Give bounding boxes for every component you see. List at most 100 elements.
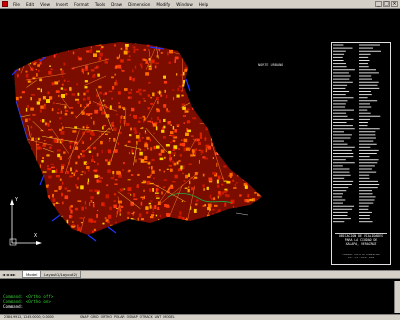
city-block <box>253 107 257 110</box>
drawing-canvas[interactable]: NORTE URBANO UBICACION DE VIALIDADES PAR… <box>0 9 400 270</box>
minimize-button[interactable]: _ <box>375 1 382 7</box>
city-block <box>148 166 151 169</box>
city-block <box>75 161 78 165</box>
menu-dimension[interactable]: Dimension <box>125 0 153 9</box>
city-block <box>72 221 74 223</box>
command-window[interactable]: Command: <Ortho off> Command: <Ortho on>… <box>0 278 400 314</box>
city-block <box>223 190 227 194</box>
city-block <box>66 42 68 45</box>
city-block <box>84 68 89 71</box>
city-block <box>178 215 182 219</box>
city-block <box>213 197 216 201</box>
city-block <box>25 118 28 123</box>
city-block <box>164 228 167 230</box>
city-block <box>15 65 19 67</box>
city-block <box>206 102 209 107</box>
city-block <box>191 106 195 110</box>
city-block <box>162 136 166 139</box>
city-block <box>139 92 142 96</box>
city-block <box>206 111 210 113</box>
city-block <box>73 237 76 240</box>
menu-modify[interactable]: Modify <box>153 0 173 9</box>
city-block <box>150 200 153 202</box>
city-block <box>15 184 20 187</box>
city-block <box>204 204 206 207</box>
city-block <box>182 84 185 87</box>
restore-button[interactable]: □ <box>383 1 390 7</box>
tab-layouts[interactable]: Layout1/Layout2/ <box>40 271 82 278</box>
city-block <box>80 104 82 107</box>
tab-model[interactable]: Model <box>22 271 42 278</box>
city-block <box>118 102 120 104</box>
city-block <box>114 183 118 185</box>
toggle-lwt[interactable]: LWT <box>155 315 162 320</box>
city-block <box>163 125 166 129</box>
city-block <box>25 159 27 164</box>
menu-tools[interactable]: Tools <box>92 0 108 9</box>
city-block <box>157 206 160 210</box>
city-block <box>239 93 244 98</box>
city-block <box>91 159 94 162</box>
toggle-ortho[interactable]: ORTHO <box>101 315 112 320</box>
city-block <box>260 134 262 137</box>
menu-help[interactable]: Help <box>196 0 212 9</box>
city-block <box>129 114 131 116</box>
city-block <box>33 62 36 66</box>
city-block <box>228 144 232 148</box>
city-block <box>215 137 218 141</box>
city-block <box>30 132 32 136</box>
toggle-grid[interactable]: GRID <box>91 315 99 320</box>
menu-file[interactable]: File <box>10 0 23 9</box>
city-block <box>241 172 246 176</box>
city-block <box>87 181 89 185</box>
city-block <box>79 217 84 219</box>
city-block <box>249 205 253 208</box>
app-icon[interactable] <box>2 1 8 7</box>
city-block <box>230 227 234 230</box>
menu-draw[interactable]: Draw <box>108 0 125 9</box>
city-block <box>232 112 236 117</box>
menu-view[interactable]: View <box>37 0 53 9</box>
city-block <box>100 140 103 145</box>
city-block <box>240 146 244 149</box>
toggle-osnap[interactable]: OSNAP <box>127 315 138 320</box>
menu-format[interactable]: Format <box>71 0 92 9</box>
city-block <box>14 146 17 148</box>
city-block <box>97 73 100 77</box>
city-block <box>202 184 205 188</box>
city-block <box>146 44 150 47</box>
menu-insert[interactable]: Insert <box>53 0 71 9</box>
command-prompt[interactable]: Command: <box>3 304 400 309</box>
toggle-otrack[interactable]: OTRACK <box>140 315 153 320</box>
city-block <box>119 54 120 59</box>
close-button[interactable]: × <box>391 1 398 7</box>
city-block <box>26 60 29 63</box>
city-block <box>11 109 14 111</box>
city-block <box>224 93 227 96</box>
city-block <box>258 132 262 136</box>
city-block <box>168 232 170 235</box>
city-block <box>178 148 180 150</box>
command-scrollbar[interactable] <box>394 281 400 313</box>
city-block <box>242 227 245 230</box>
city-block <box>52 198 56 203</box>
city-block <box>143 58 146 61</box>
city-block <box>78 239 82 243</box>
city-block <box>186 52 190 55</box>
city-block <box>127 170 130 173</box>
city-road <box>229 119 257 127</box>
city-block <box>68 50 70 52</box>
city-block <box>127 230 132 233</box>
city-block <box>130 127 132 131</box>
menu-window[interactable]: Window <box>173 0 196 9</box>
city-block <box>206 186 209 190</box>
city-block <box>139 63 143 66</box>
menu-edit[interactable]: Edit <box>23 0 37 9</box>
tab-scroll-arrows[interactable]: ◄◄◄► <box>2 272 16 277</box>
toggle-model[interactable]: MODEL <box>163 315 175 320</box>
city-block <box>156 116 159 121</box>
toggle-polar[interactable]: POLAR <box>114 315 125 320</box>
city-block <box>32 155 34 157</box>
city-block <box>24 58 26 62</box>
toggle-snap[interactable]: SNAP <box>80 315 89 320</box>
